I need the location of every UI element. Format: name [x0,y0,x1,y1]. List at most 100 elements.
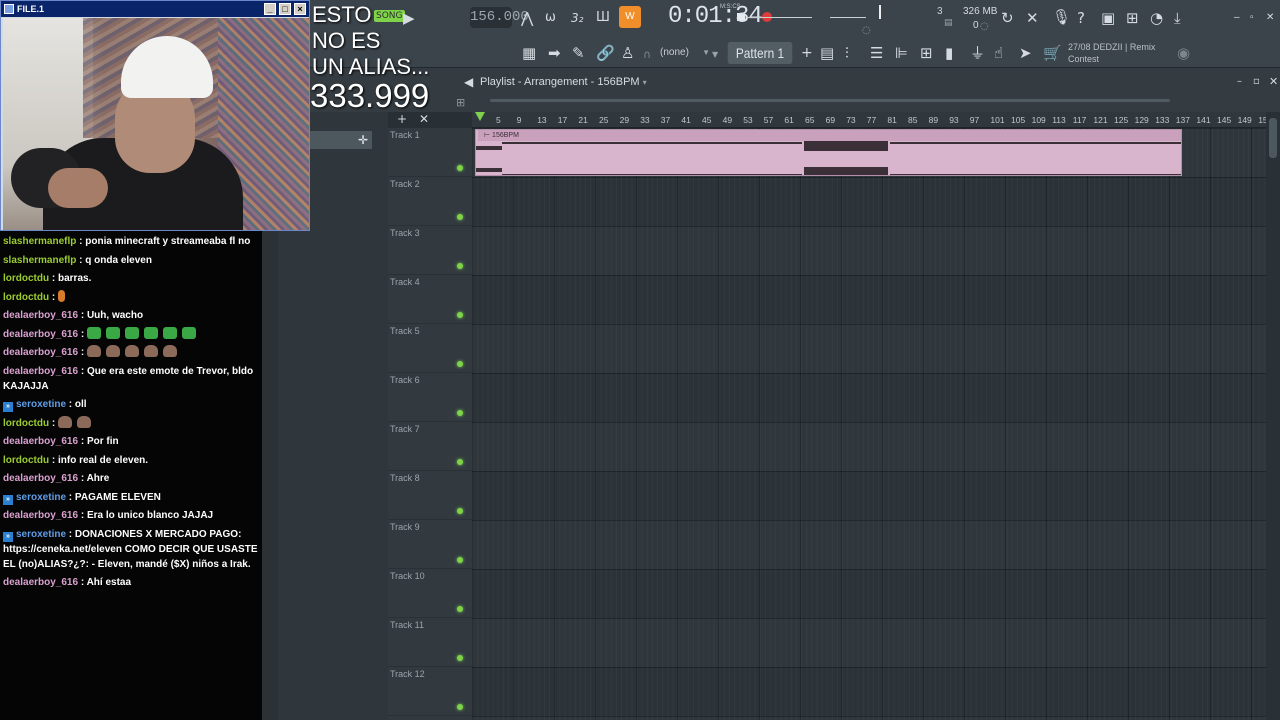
track-mute-led[interactable] [457,410,463,416]
browser-file-icon[interactable]: ▮ [945,44,953,62]
track-header[interactable]: Track 12 [388,667,472,716]
piano-roll-icon[interactable]: ▦ [522,44,536,62]
chat-username[interactable]: dealaerboy_616 [3,329,78,340]
chat-username[interactable]: dealaerboy_616 [3,310,78,321]
track-header[interactable]: Track 3 [388,226,472,275]
master-pitch-slider[interactable] [830,17,866,18]
webcam-maximize-button[interactable]: □ [279,3,291,15]
maximize-icon[interactable]: ▫ [1250,12,1254,23]
chat-username[interactable]: dealaerboy_616 [3,347,78,358]
link-icon[interactable]: 🔗 [596,44,615,62]
playlist-minimize-icon[interactable]: – [1237,73,1242,91]
playlist-snap-icon[interactable]: ⊞ [456,94,465,112]
vertical-scrollbar[interactable] [1266,112,1280,720]
touch-icon[interactable]: ☝ [994,44,1003,62]
chat-username[interactable]: seroxetine [16,529,66,540]
channel-select[interactable]: (none) ▼ [650,43,716,63]
track-mute-led[interactable] [457,165,463,171]
chat-username[interactable]: dealaerboy_616 [3,473,78,484]
tools-icon[interactable]: ✕ [1026,9,1039,27]
chat-username[interactable]: slashermaneflp [3,255,76,266]
playlist-maximize-icon[interactable]: ▫ [1253,73,1260,91]
export-icon[interactable]: ⊞ [1126,9,1139,27]
track-mute-led[interactable] [457,312,463,318]
track-header[interactable]: Track 1 [388,128,472,177]
tempo-display[interactable]: 156.000 [470,7,529,28]
webcam-minimize-button[interactable]: _ [264,3,276,15]
playhead-marker[interactable] [475,112,485,121]
microphone-icon[interactable]: 🎙 [1052,8,1071,26]
master-volume-slider[interactable] [748,17,812,18]
chat-username[interactable]: dealaerboy_616 [3,577,78,588]
webcam-close-button[interactable]: × [294,3,306,15]
track-mute-led[interactable] [457,263,463,269]
track-mute-led[interactable] [457,361,463,367]
snap-arrow-icon[interactable]: ➡ [548,44,561,62]
track-mute-led[interactable] [457,655,463,661]
chat-username[interactable]: lordoctdu [3,292,49,303]
undo-icon[interactable]: ↻ [1001,9,1014,27]
playlist-close-icon[interactable]: ✕ [1269,73,1278,91]
news-panel[interactable]: 27/08 DEDZII | Remix Contest [1068,41,1155,65]
timeline-ruler[interactable]: 5 9 13 17 21 25 29 33 37 41 45 49 53 57 61 65 69 73 77 81 85… [472,112,1280,128]
audio-clip[interactable]: ⊢ 156BPM [475,129,1182,176]
playlist-window-icon[interactable]: ▤ [820,44,834,62]
metronome-icon[interactable]: ⋀ [521,9,533,27]
track-mute-led[interactable] [457,704,463,710]
chat-username[interactable]: seroxetine [16,399,66,410]
track-header[interactable]: Track 10 [388,569,472,618]
plugin-plug-icon[interactable]: ⏚ [970,44,985,62]
step-edit-icon[interactable]: Ш [596,9,610,27]
track-header[interactable]: Track 7 [388,422,472,471]
track-header[interactable]: Track 4 [388,275,472,324]
webcam-window[interactable]: FILE.1 _ □ × [0,0,310,231]
horizontal-scrollbar[interactable] [490,99,1170,102]
webcam-titlebar[interactable]: FILE.1 _ □ × [1,1,309,17]
track-header[interactable]: Track 2 [388,177,472,226]
brush-icon[interactable]: ✎ [572,44,585,62]
track-header[interactable]: Track 5 [388,324,472,373]
minimize-icon[interactable]: – [1234,12,1240,23]
track-mute-led[interactable] [457,606,463,612]
browser-scroll-handle[interactable]: ✛ [310,131,372,149]
channel-chevron-icon[interactable]: ▼ [712,46,718,64]
loop-record-icon[interactable]: ω [545,9,556,27]
globe-icon[interactable]: ◉ [1177,44,1190,62]
project-icon[interactable]: ⊞ [920,44,933,62]
chat-username[interactable]: lordoctdu [3,418,49,429]
download-icon[interactable]: ⤓ [1174,9,1181,27]
chat-username[interactable]: dealaerboy_616 [3,510,78,521]
pattern-selector[interactable]: Pattern 1 [727,42,793,64]
chat-username[interactable]: lordoctdu [3,455,49,466]
channel-rack-icon[interactable]: ⫶ [845,44,849,62]
track-header[interactable]: Track 6 [388,373,472,422]
chat-bubble-icon[interactable]: ◔ [1150,9,1163,27]
track-header[interactable]: Track 11 [388,618,472,667]
send-icon[interactable]: ➤ [1019,44,1032,62]
playlist-menu-chevron-icon[interactable]: ▾ [643,78,647,87]
track-header[interactable]: Track 9 [388,520,472,569]
cart-icon[interactable]: 🛒 [1043,44,1062,62]
save-icon[interactable]: ▣ [1101,9,1115,27]
chat-username[interactable]: dealaerboy_616 [3,436,78,447]
help-icon[interactable]: ? [1077,9,1085,27]
track-mute-led[interactable] [457,508,463,514]
stamp-icon[interactable]: ♙ [621,44,634,62]
track-header[interactable]: Track 8 [388,471,472,520]
chat-username[interactable]: seroxetine [16,492,66,503]
playlist-arrow-icon[interactable]: ◀ [464,73,473,91]
pitch-knob-icon[interactable]: ◌ [862,22,871,40]
chat-username[interactable]: slashermaneflp [3,236,76,247]
chat-username[interactable]: lordoctdu [3,273,49,284]
track-mute-led[interactable] [457,459,463,465]
countdown-icon[interactable]: 3₂ [571,9,583,27]
faders-icon[interactable]: ⊫ [895,44,908,62]
playlist-grid[interactable] [472,128,1266,720]
vertical-scrollbar-thumb[interactable] [1269,118,1277,158]
playlist-title[interactable]: ◀ Playlist - Arrangement - 156BPM ▾ – ▫ … [440,72,1280,92]
chat-username[interactable]: dealaerboy_616 [3,366,78,377]
track-mute-led[interactable] [457,557,463,563]
add-pattern-button[interactable]: + [801,44,813,62]
wait-for-input-button[interactable]: W [619,6,641,28]
mixer-icon[interactable]: ☰ [870,44,883,62]
